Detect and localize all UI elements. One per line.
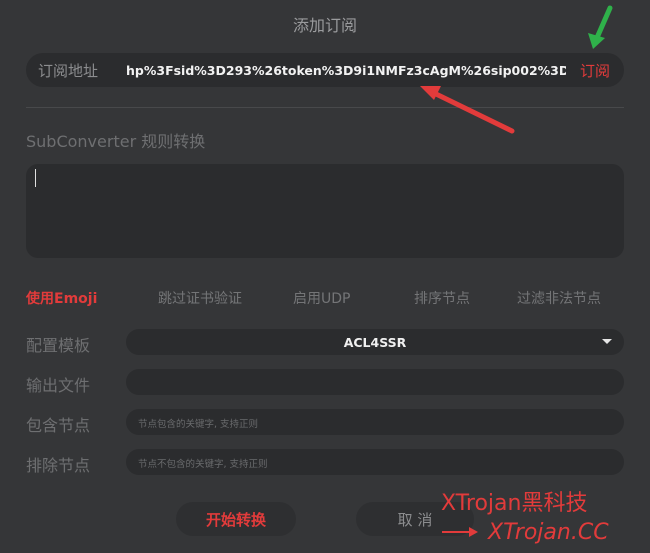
template-select[interactable]: ACL4SSR xyxy=(126,329,624,355)
subconverter-title: SubConverter 规则转换 xyxy=(26,132,206,151)
dialog-title: 添加订阅 xyxy=(292,16,357,35)
include-nodes-placeholder: 节点包含的关键字, 支持正则 xyxy=(138,419,259,430)
option-emoji[interactable]: 使用Emoji xyxy=(26,288,97,308)
option-enable-udp[interactable]: 启用UDP xyxy=(293,288,350,308)
subscription-url-row: 订阅地址 hp%3Fsid%3D293%26token%3D9i1NMFz3cA… xyxy=(26,53,624,87)
watermark-url: XTrojan.CC xyxy=(488,520,609,545)
exclude-nodes-label: 排除节点 xyxy=(26,456,91,475)
exclude-nodes-placeholder: 节点不包含的关键字, 支持正则 xyxy=(138,459,268,470)
text-caret xyxy=(35,169,36,187)
subconverter-rules-textarea[interactable] xyxy=(26,164,624,258)
option-filter-illegal-nodes[interactable]: 过滤非法节点 xyxy=(517,288,601,308)
exclude-nodes-row: 排除节点 节点不包含的关键字, 支持正则 xyxy=(0,449,650,475)
dropdown-arrow-icon xyxy=(602,339,612,344)
subscription-url-label: 订阅地址 xyxy=(38,61,99,80)
red-arrow-icon xyxy=(420,86,515,134)
conversion-options: 使用Emoji 跳过证书验证 启用UDP 排序节点 过滤非法节点 xyxy=(0,288,650,308)
include-nodes-input[interactable]: 节点包含的关键字, 支持正则 xyxy=(126,409,624,435)
option-sort-nodes[interactable]: 排序节点 xyxy=(414,288,470,308)
watermark-title: XTrojan黑科技 xyxy=(441,491,588,516)
option-skip-cert-verify[interactable]: 跳过证书验证 xyxy=(158,288,242,308)
start-convert-button[interactable]: 开始转换 xyxy=(176,502,296,536)
output-file-input[interactable] xyxy=(126,369,624,395)
template-label: 配置模板 xyxy=(26,336,91,355)
include-nodes-label: 包含节点 xyxy=(26,416,91,435)
divider xyxy=(26,107,624,108)
exclude-nodes-input[interactable]: 节点不包含的关键字, 支持正则 xyxy=(126,449,624,475)
subscribe-button[interactable]: 订阅 xyxy=(580,60,610,81)
template-row: 配置模板 ACL4SSR xyxy=(0,329,650,355)
subscription-url-input[interactable]: hp%3Fsid%3D293%26token%3D9i1NMFz3cAgM%26… xyxy=(126,63,566,78)
include-nodes-row: 包含节点 节点包含的关键字, 支持正则 xyxy=(0,409,650,435)
template-select-value: ACL4SSR xyxy=(343,334,407,350)
output-file-label: 输出文件 xyxy=(26,376,91,395)
output-file-row: 输出文件 xyxy=(0,369,650,395)
